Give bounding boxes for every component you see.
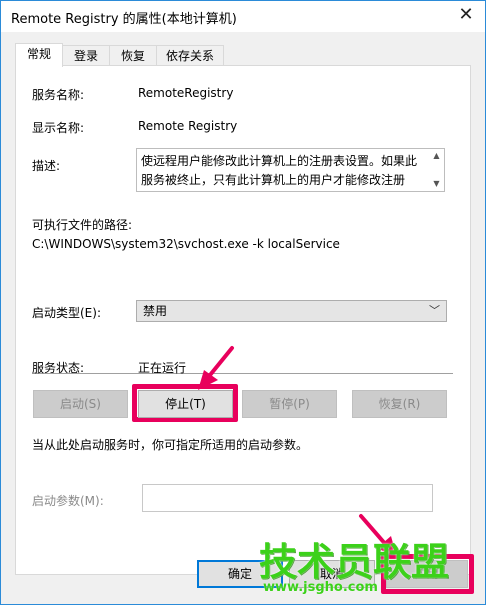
description-label: 描述: bbox=[32, 159, 61, 173]
resume-button[interactable]: 恢复(R) bbox=[352, 390, 447, 418]
tab-logon[interactable]: 登录 bbox=[62, 45, 110, 66]
service-status-value: 正在运行 bbox=[138, 361, 187, 375]
hint-text: 当从此处启动服务时，你可指定所适用的启动参数。 bbox=[32, 438, 309, 452]
tab-general[interactable]: 常规 bbox=[15, 43, 63, 67]
service-status-label: 服务状态: bbox=[32, 361, 85, 375]
close-icon[interactable]: ✕ bbox=[455, 4, 477, 26]
start-button[interactable]: 启动(S) bbox=[33, 390, 128, 418]
title-bar[interactable]: Remote Registry 的属性(本地计算机) ✕ bbox=[1, 1, 485, 32]
path-value: C:\WINDOWS\system32\svchost.exe -k local… bbox=[32, 237, 340, 251]
divider bbox=[32, 373, 453, 374]
tab-dependencies[interactable]: 依存关系 bbox=[156, 45, 224, 66]
service-name-value: RemoteRegistry bbox=[138, 86, 234, 100]
description-box[interactable]: 使远程用户能修改此计算机上的注册表设置。如果此服务被终止，只有此计算机上的用户才… bbox=[136, 148, 445, 192]
service-name-label: 服务名称: bbox=[32, 88, 85, 102]
stop-button[interactable]: 停止(T) bbox=[138, 390, 233, 418]
pause-button[interactable]: 暂停(P) bbox=[242, 390, 337, 418]
watermark-text: 技术员联盟 bbox=[259, 540, 450, 584]
dialog-body: 常规 登录 恢复 依存关系 服务名称: RemoteRegistry 显示名称:… bbox=[1, 32, 485, 604]
watermark-logo: 技术员联盟 www.jsgho.com bbox=[259, 531, 479, 595]
path-label: 可执行文件的路径: bbox=[32, 218, 133, 232]
chevron-down-icon: ﹀ bbox=[429, 304, 440, 317]
scroll-down-icon[interactable]: ▼ bbox=[429, 177, 444, 191]
startup-type-value: 禁用 bbox=[143, 304, 168, 318]
startup-type-select[interactable]: 禁用 ﹀ bbox=[136, 300, 447, 322]
start-params-label: 启动参数(M): bbox=[32, 494, 104, 508]
description-scrollbar[interactable]: ▲ ▼ bbox=[429, 149, 444, 191]
start-params-input[interactable] bbox=[142, 484, 433, 512]
description-text: 使远程用户能修改此计算机上的注册表设置。如果此服务被终止，只有此计算机上的用户才… bbox=[141, 154, 418, 187]
properties-window: Remote Registry 的属性(本地计算机) ✕ 常规 登录 恢复 依存… bbox=[0, 0, 486, 605]
display-name-label: 显示名称: bbox=[32, 121, 85, 135]
display-name-value: Remote Registry bbox=[138, 119, 238, 133]
tab-recovery[interactable]: 恢复 bbox=[109, 45, 157, 66]
scroll-up-icon[interactable]: ▲ bbox=[429, 149, 444, 163]
startup-type-label: 启动类型(E): bbox=[32, 306, 101, 320]
window-title: Remote Registry 的属性(本地计算机) bbox=[11, 12, 237, 27]
stop-arrow-icon bbox=[198, 346, 234, 390]
